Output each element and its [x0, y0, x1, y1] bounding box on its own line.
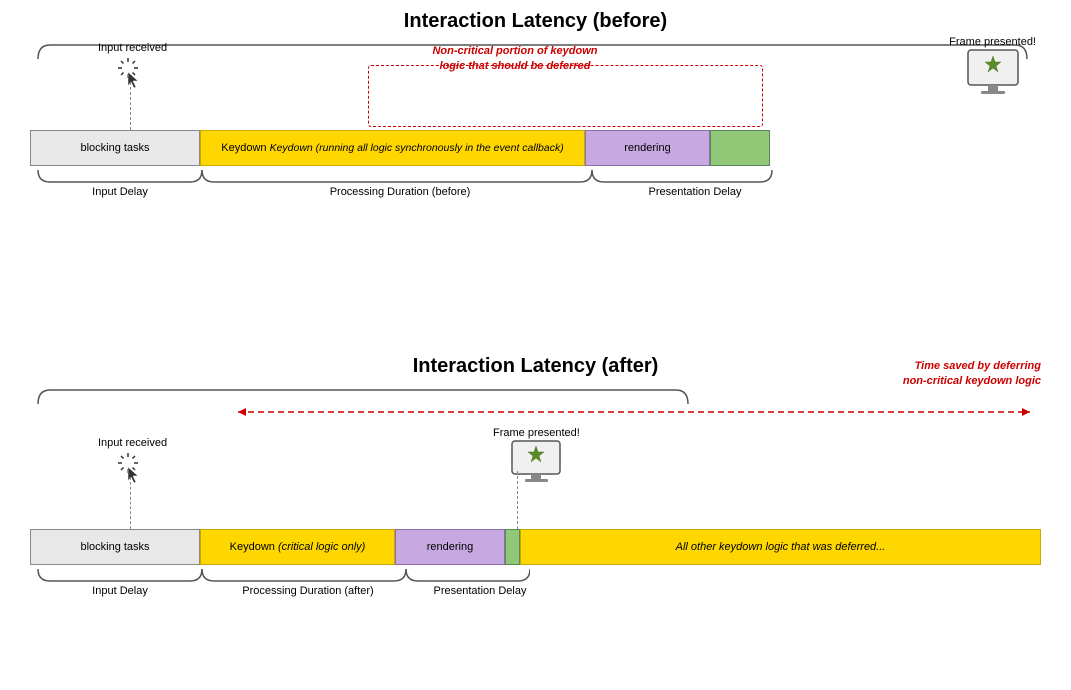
processing-duration-label-bottom: Processing Duration (after): [198, 585, 418, 597]
input-delay-label-bottom: Input Delay: [30, 585, 210, 597]
input-received-top-label: Input received: [98, 42, 167, 95]
top-subbrace-svg-row: [30, 166, 1041, 186]
rendering-green-bar-top: [710, 130, 770, 166]
input-dashed-line-top: [130, 82, 131, 130]
rendering-green-bar-bottom: [505, 529, 520, 565]
input-cursor-bottom-icon: [114, 449, 152, 487]
main-container: Interaction Latency (before) Input recei…: [0, 0, 1071, 690]
blocking-bar-bottom: blocking tasks: [30, 529, 200, 565]
rendering-purple-bar-top: rendering: [585, 130, 710, 166]
bottom-subbrace-svg-row: [30, 565, 1041, 585]
presentation-delay-label-top: Presentation Delay: [600, 186, 790, 198]
dashed-red-box-top: [368, 65, 763, 127]
input-cursor-top-icon: [114, 54, 152, 92]
keydown-bar-bottom: Keydown (critical logic only): [200, 529, 395, 565]
top-timeline-row: blocking tasks Keydown Keydown (running …: [30, 130, 1041, 166]
processing-duration-label-top: Processing Duration (before): [205, 186, 595, 198]
deferred-bar-bottom: All other keydown logic that was deferre…: [520, 529, 1041, 565]
bottom-section: Interaction Latency (after) Time saved b…: [30, 355, 1041, 408]
rendering-purple-bar-bottom: rendering: [395, 529, 505, 565]
top-title: Interaction Latency (before): [30, 10, 1041, 33]
blocking-bar-top: blocking tasks: [30, 130, 200, 166]
top-section: Interaction Latency (before) Input recei…: [30, 10, 1041, 63]
bottom-subbrace-svg: [30, 565, 530, 585]
frame-presented-bottom-label: Frame presented!: [493, 427, 580, 488]
frame-dashed-line-bottom: [517, 471, 518, 529]
input-delay-label-top: Input Delay: [30, 186, 210, 198]
monitor-icon-top: [963, 48, 1023, 96]
input-received-bottom-label: Input received: [98, 437, 167, 490]
top-subbrace-svg: [30, 166, 780, 186]
presentation-delay-label-bottom: Presentation Delay: [405, 585, 555, 597]
frame-presented-top-label: Frame presented!: [949, 36, 1036, 99]
bottom-brace-svg: [30, 386, 690, 408]
bottom-timeline-row: blocking tasks Keydown (critical logic o…: [30, 529, 1041, 565]
input-dashed-line-bottom: [130, 477, 131, 529]
keydown-bar-top: Keydown Keydown (running all logic synch…: [200, 130, 585, 166]
bottom-title: Interaction Latency (after): [30, 355, 1041, 378]
